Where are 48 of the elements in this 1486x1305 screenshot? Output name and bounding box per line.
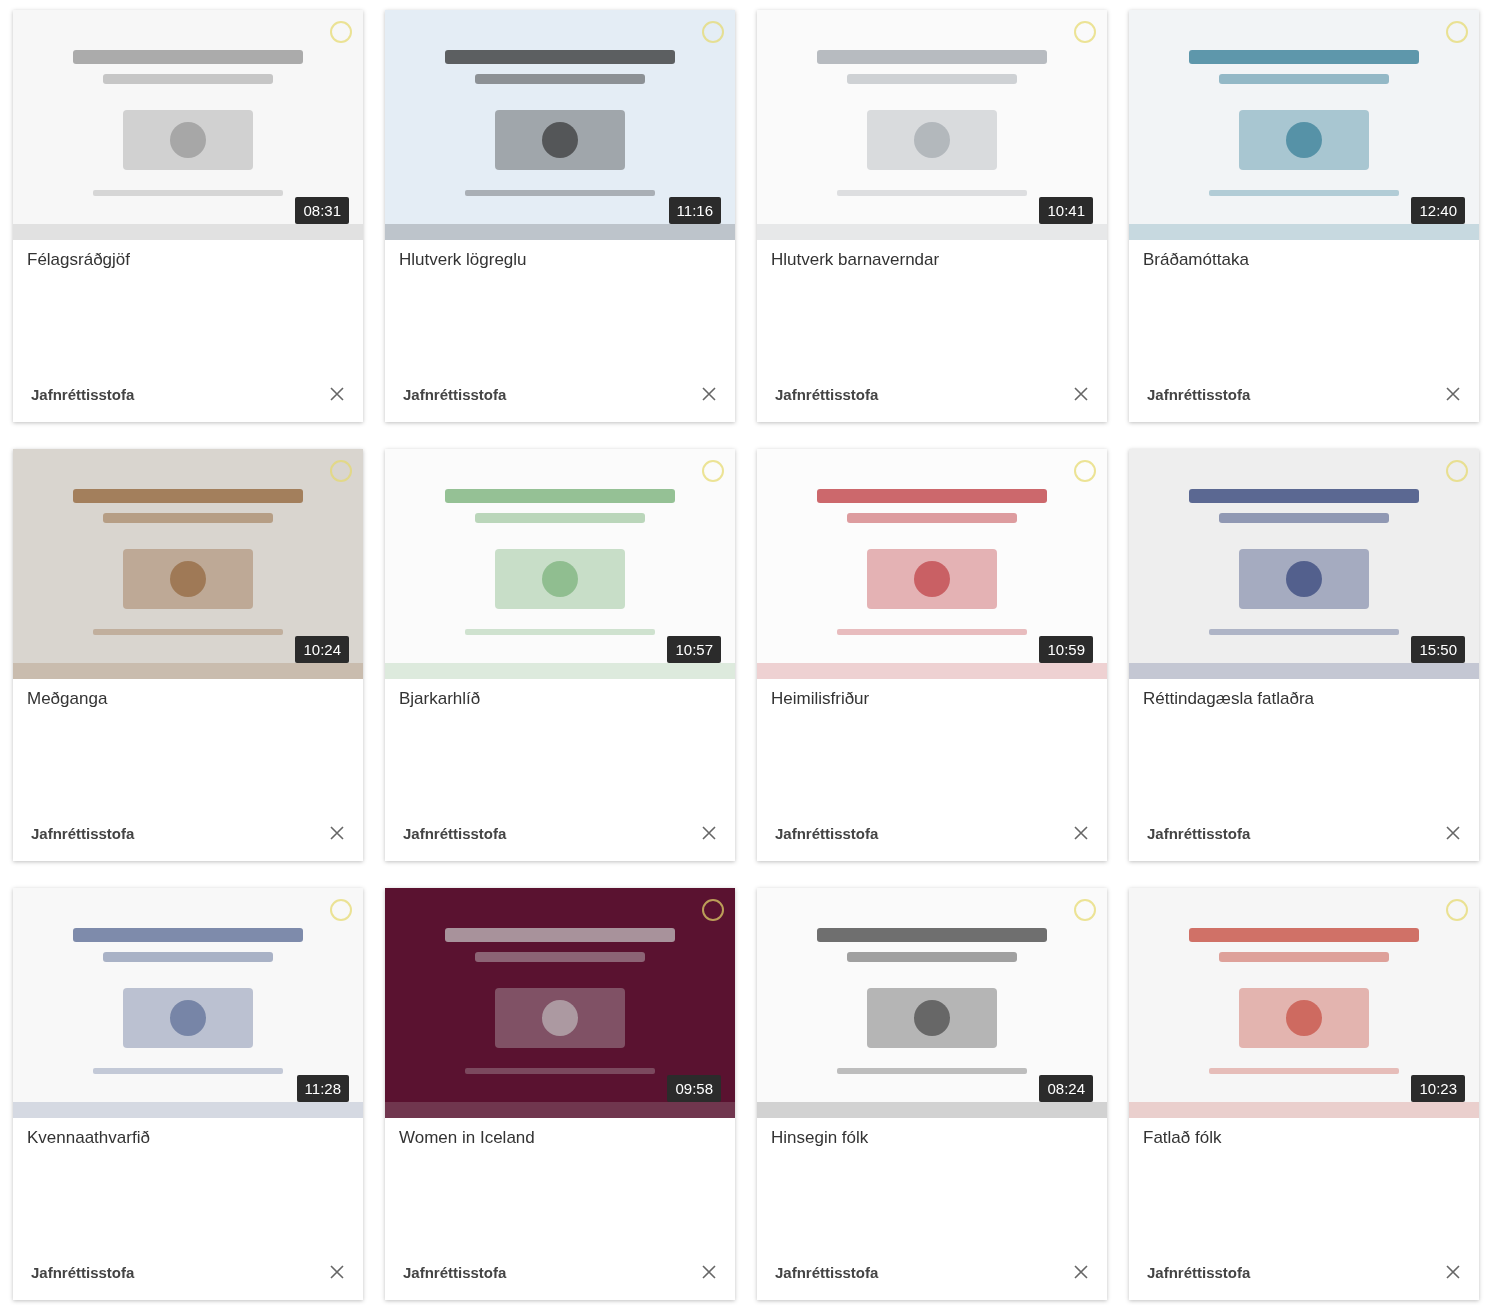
- video-card[interactable]: 10:41 Hlutverk barnaverndar Jafnréttisstofa: [757, 10, 1107, 422]
- channel-name: Jafnréttisstofa: [1147, 824, 1251, 842]
- video-title: Réttindagæsla fatlaðra: [1142, 688, 1316, 710]
- video-title: Hlutverk barnaverndar: [770, 249, 941, 271]
- duration-badge: 10:41: [1039, 197, 1093, 224]
- video-card[interactable]: 08:31 Félagsráðgjöf Jafnréttisstofa: [13, 10, 363, 422]
- duration-badge: 11:28: [296, 1075, 349, 1102]
- duration-badge: 15:50: [1411, 636, 1465, 663]
- video-title: Fatlað fólk: [1142, 1127, 1223, 1149]
- duration-badge: 10:57: [667, 636, 721, 663]
- video-title: Women in Iceland: [398, 1127, 536, 1149]
- duration-badge: 10:59: [1039, 636, 1093, 663]
- video-title: Bráðamóttaka: [1142, 249, 1250, 271]
- channel-name: Jafnréttisstofa: [31, 385, 135, 403]
- channel-name: Jafnréttisstofa: [403, 824, 507, 842]
- video-card[interactable]: 15:50 Réttindagæsla fatlaðra Jafnréttisstofa: [1129, 449, 1479, 861]
- video-title: Bjarkarhlíð: [398, 688, 482, 710]
- video-card[interactable]: 12:40 Bráðamóttaka Jafnréttisstofa: [1129, 10, 1479, 422]
- duration-badge: 11:16: [668, 197, 721, 224]
- video-title: Kvennaathvarfið: [26, 1127, 151, 1149]
- duration-badge: 08:24: [1039, 1075, 1093, 1102]
- video-card[interactable]: 11:16 Hlutverk lögreglu Jafnréttisstofa: [385, 10, 735, 422]
- channel-name: Jafnréttisstofa: [775, 824, 879, 842]
- duration-badge: 09:58: [667, 1075, 721, 1102]
- channel-name: Jafnréttisstofa: [403, 385, 507, 403]
- video-title: Hinsegin fólk: [770, 1127, 870, 1149]
- channel-name: Jafnréttisstofa: [31, 824, 135, 842]
- duration-badge: 10:23: [1411, 1075, 1465, 1102]
- video-card[interactable]: 10:23 Fatlað fólk Jafnréttisstofa: [1129, 888, 1479, 1300]
- channel-name: Jafnréttisstofa: [403, 1263, 507, 1281]
- duration-badge: 10:24: [295, 636, 349, 663]
- channel-name: Jafnréttisstofa: [1147, 385, 1251, 403]
- video-title: Meðganga: [26, 688, 109, 710]
- duration-badge: 08:31: [295, 197, 349, 224]
- video-card[interactable]: 10:57 Bjarkarhlíð Jafnréttisstofa: [385, 449, 735, 861]
- channel-name: Jafnréttisstofa: [775, 385, 879, 403]
- video-title: Heimilisfriður: [770, 688, 871, 710]
- duration-badge: 12:40: [1411, 197, 1465, 224]
- video-card[interactable]: 10:59 Heimilisfriður Jafnréttisstofa: [757, 449, 1107, 861]
- video-card[interactable]: 09:58 Women in Iceland Jafnréttisstofa: [385, 888, 735, 1300]
- video-card[interactable]: 11:28 Kvennaathvarfið Jafnréttisstofa: [13, 888, 363, 1300]
- channel-name: Jafnréttisstofa: [775, 1263, 879, 1281]
- video-card[interactable]: 08:24 Hinsegin fólk Jafnréttisstofa: [757, 888, 1107, 1300]
- video-title: Félagsráðgjöf: [26, 249, 131, 271]
- video-title: Hlutverk lögreglu: [398, 249, 528, 271]
- video-card[interactable]: 10:24 Meðganga Jafnréttisstofa: [13, 449, 363, 861]
- channel-name: Jafnréttisstofa: [1147, 1263, 1251, 1281]
- channel-name: Jafnréttisstofa: [31, 1263, 135, 1281]
